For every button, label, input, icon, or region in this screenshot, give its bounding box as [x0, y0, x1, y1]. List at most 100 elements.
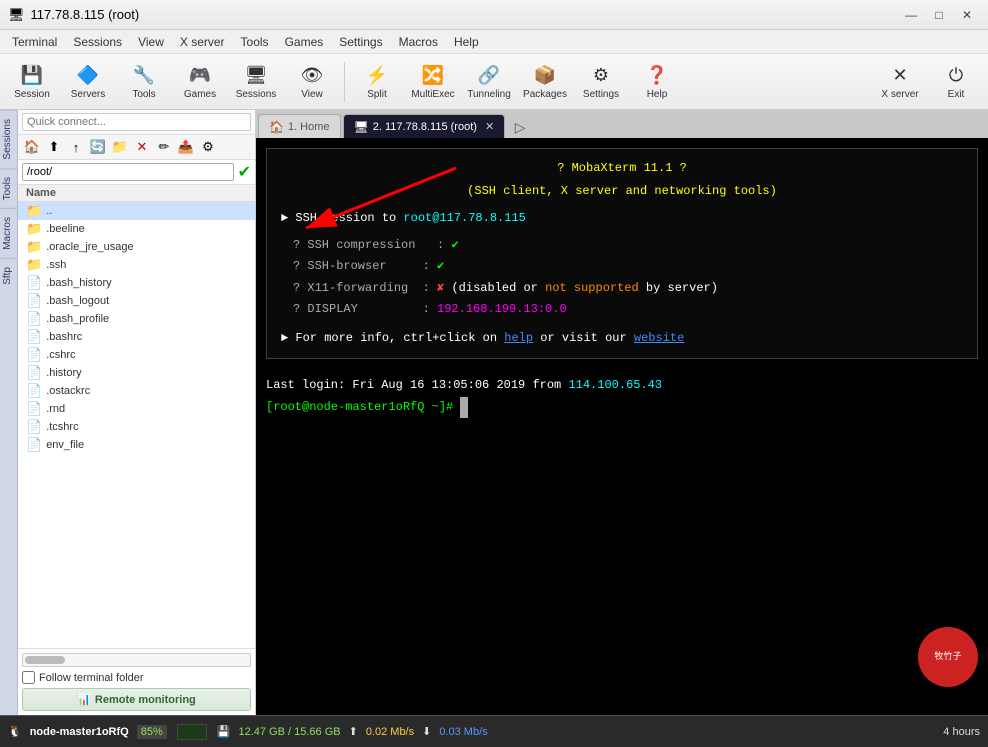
check-browser: ? SSH-browser : ✔: [293, 256, 963, 278]
main-layout: SessionsToolsMacrosSftp 🏠 ⬆ ↑ 🔄 📁 ✕ ✏ 📤 …: [0, 110, 988, 715]
toolbar-btn-multiexec[interactable]: 🔀MultiExec: [407, 58, 459, 106]
sidebar-label-macros[interactable]: Macros: [0, 208, 17, 258]
menu-bar: TerminalSessionsViewX serverToolsGamesSe…: [0, 30, 988, 54]
file-icon: 📄: [26, 419, 42, 435]
file-name: .ostackrc: [46, 385, 90, 397]
file-tb-up[interactable]: ⬆: [44, 137, 64, 157]
minimize-button[interactable]: —: [898, 5, 924, 25]
file-item[interactable]: 📁.beeline: [18, 220, 255, 238]
follow-folder-checkbox[interactable]: [22, 671, 35, 684]
tunneling-icon: 🔗: [477, 63, 501, 87]
file-icon: 📄: [26, 383, 42, 399]
remote-monitoring-icon: 📊: [77, 693, 91, 706]
status-upload-icon: ⬆: [349, 725, 358, 738]
servers-icon: 🔷: [76, 63, 100, 87]
menu-item-macros[interactable]: Macros: [391, 33, 446, 51]
toolbar-btn-session[interactable]: 💾Session: [6, 58, 58, 106]
path-input[interactable]: [22, 163, 234, 181]
file-item[interactable]: 📄.cshrc: [18, 346, 255, 364]
path-ok-icon[interactable]: ✔: [238, 162, 251, 182]
file-tb-parent[interactable]: ↑: [66, 137, 86, 157]
menu-item-view[interactable]: View: [130, 33, 172, 51]
menu-item-games[interactable]: Games: [277, 33, 332, 51]
toolbar-btn-view[interactable]: 👁View: [286, 58, 338, 106]
title-bar: 🖥 117.78.8.115 (root) — □ ✕: [0, 0, 988, 30]
toolbar-btn-sessions[interactable]: 🖥Sessions: [230, 58, 282, 106]
file-item[interactable]: 📄.bashrc: [18, 328, 255, 346]
view-icon: 👁: [300, 63, 324, 87]
file-item[interactable]: 📁.oracle_jre_usage: [18, 238, 255, 256]
toolbar-btn-packages[interactable]: 📦Packages: [519, 58, 571, 106]
toolbar-btn-games[interactable]: 🎮Games: [174, 58, 226, 106]
right-area: 🏠1. Home🖥2. 117.78.8.115 (root)✕▷ ? Moba…: [256, 110, 988, 715]
file-item[interactable]: 📄.history: [18, 364, 255, 382]
path-bar: ✔: [18, 160, 255, 185]
status-disk-icon: 💾: [217, 725, 231, 738]
maximize-button[interactable]: □: [926, 5, 952, 25]
sidebar-label-sessions[interactable]: Sessions: [0, 110, 17, 168]
toolbar-btn-servers[interactable]: 🔷Servers: [62, 58, 114, 106]
menu-item-tools[interactable]: Tools: [233, 33, 277, 51]
status-cpu-percent: 85%: [137, 725, 167, 739]
toolbar-divider: [344, 62, 345, 102]
title-bar-controls: — □ ✕: [898, 5, 980, 25]
toolbar-btn-x-server[interactable]: ✕X server: [874, 58, 926, 106]
file-tb-delete[interactable]: ✕: [132, 137, 152, 157]
toolbar-btn-tools[interactable]: 🔧Tools: [118, 58, 170, 106]
toolbar-btn-settings[interactable]: ⚙Settings: [575, 58, 627, 106]
tab-label: 1. Home: [288, 121, 330, 133]
tab-2.-117.78.8.115-(root)[interactable]: 🖥2. 117.78.8.115 (root)✕: [343, 114, 506, 138]
tab-1.-home[interactable]: 🏠1. Home: [258, 114, 341, 138]
file-item[interactable]: 📄.bash_history: [18, 274, 255, 292]
file-tb-home[interactable]: 🏠: [22, 137, 42, 157]
file-tb-settings[interactable]: ⚙: [198, 137, 218, 157]
follow-folder: Follow terminal folder: [22, 671, 251, 684]
follow-folder-label: Follow terminal folder: [39, 672, 144, 684]
file-tb-rename[interactable]: ✏: [154, 137, 174, 157]
file-item[interactable]: 📄.bash_logout: [18, 292, 255, 310]
file-item[interactable]: 📄env_file: [18, 436, 255, 454]
file-item[interactable]: 📄.tcshrc: [18, 418, 255, 436]
terminal[interactable]: ? MobaXterm 11.1 ? (SSH client, X server…: [256, 138, 988, 715]
menu-item-help[interactable]: Help: [446, 33, 487, 51]
close-button[interactable]: ✕: [954, 5, 980, 25]
remote-monitoring-button[interactable]: 📊 Remote monitoring: [22, 688, 251, 711]
file-icon: 📄: [26, 347, 42, 363]
toolbar-btn-help[interactable]: ❓Help: [631, 58, 683, 106]
watermark: 牧竹子: [918, 627, 978, 687]
menu-item-terminal[interactable]: Terminal: [4, 33, 65, 51]
menu-item-settings[interactable]: Settings: [331, 33, 390, 51]
file-item[interactable]: 📄.bash_profile: [18, 310, 255, 328]
tab-close-button[interactable]: ✕: [485, 120, 494, 133]
new-tab-button[interactable]: ▷: [509, 116, 531, 138]
file-item[interactable]: 📄 .ostackrc: [18, 382, 255, 400]
file-item[interactable]: 📁.ssh: [18, 256, 255, 274]
folder-icon: 📁: [26, 239, 42, 255]
file-tb-newfolder[interactable]: 📁: [110, 137, 130, 157]
status-time: 4 hours: [943, 726, 980, 738]
window-title: 117.78.8.115 (root): [31, 7, 140, 22]
quick-connect-bar: [18, 110, 255, 135]
packages-icon: 📦: [533, 63, 557, 87]
folder-icon: 📁: [26, 203, 42, 219]
info-ssh-line: ► SSH session to: [281, 211, 403, 225]
menu-item-x server[interactable]: X server: [172, 33, 233, 51]
toolbar-btn-split[interactable]: ⚡Split: [351, 58, 403, 106]
sidebar-label-tools[interactable]: Tools: [0, 168, 17, 208]
file-list: 📁..📁.beeline📁.oracle_jre_usage📁.ssh📄.bas…: [18, 202, 255, 648]
toolbar-btn-exit[interactable]: ⏻Exit: [930, 58, 982, 106]
file-icon: 📄: [26, 401, 42, 417]
file-icon: 📄: [26, 437, 42, 453]
file-tb-transfer[interactable]: 📤: [176, 137, 196, 157]
scrollbar-area[interactable]: [22, 653, 251, 667]
toolbar-btn-tunneling[interactable]: 🔗Tunneling: [463, 58, 515, 106]
sidebar-label-sftp[interactable]: Sftp: [0, 258, 17, 293]
file-item[interactable]: 📁..: [18, 202, 255, 220]
quick-connect-input[interactable]: [22, 113, 251, 131]
menu-item-sessions[interactable]: Sessions: [65, 33, 130, 51]
file-name: .ssh: [46, 259, 66, 271]
file-item[interactable]: 📄.rnd: [18, 400, 255, 418]
file-tb-refresh[interactable]: 🔄: [88, 137, 108, 157]
watermark-text: 牧竹子: [934, 651, 961, 663]
session-icon: 💾: [20, 63, 44, 87]
